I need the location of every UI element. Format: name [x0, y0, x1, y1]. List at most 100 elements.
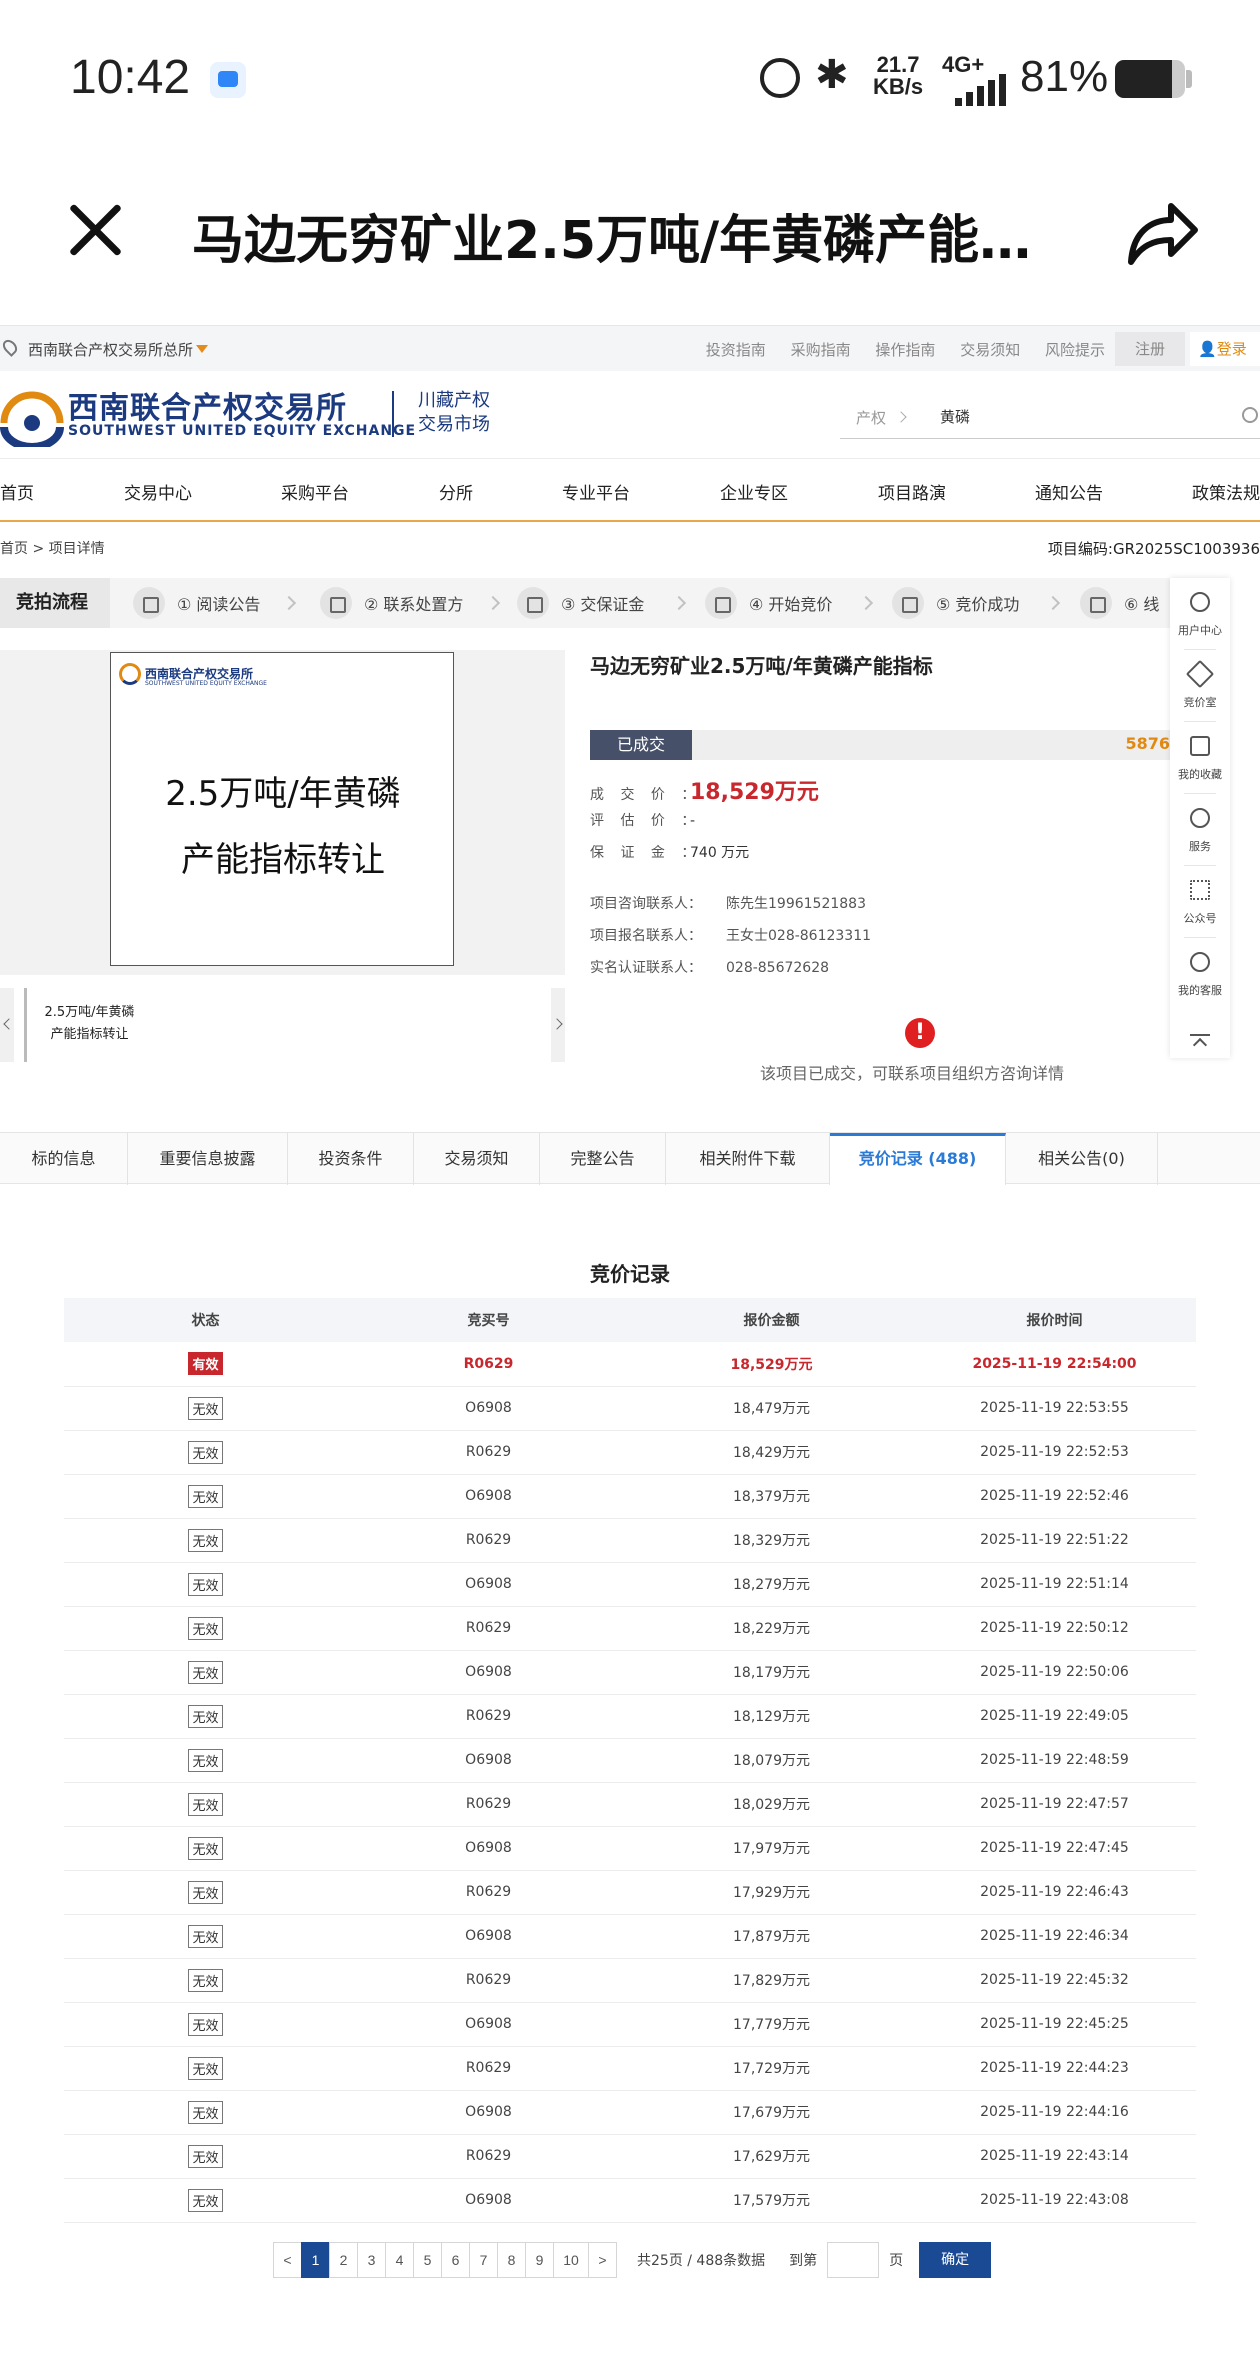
customer-service-button[interactable]: 我的客服	[1170, 938, 1230, 1006]
top-link-operation-guide[interactable]: 操作指南	[875, 341, 935, 359]
tab-trade-notice[interactable]: 交易须知	[414, 1133, 540, 1185]
page-button-7[interactable]: 7	[469, 2242, 498, 2278]
site-top-bar: 西南联合产权交易所总所 投资指南 采购指南 操作指南 交易须知 风险提示 注册 …	[0, 325, 1260, 371]
nav-branches[interactable]: 分所	[439, 479, 473, 504]
logo-name-en: SOUTHWEST UNITED EQUITY EXCHANGE	[68, 423, 417, 439]
bid-amount-cell: 17,729万元	[630, 2046, 913, 2091]
pagination: < 1 2 3 4 5 6 7 8 9 10 > 共25页 / 488条数据 到…	[273, 2242, 992, 2278]
share-icon[interactable]	[1125, 198, 1200, 268]
bid-time-cell: 2025-11-19 22:48:59	[913, 1738, 1196, 1783]
bid-status-cell: 无效	[64, 2090, 347, 2135]
nav-professional-platform[interactable]: 专业平台	[562, 479, 630, 504]
nav-purchase-platform[interactable]: 采购平台	[281, 479, 349, 504]
caret-down-icon[interactable]	[196, 345, 208, 353]
bid-time-cell: 2025-11-19 22:44:16	[913, 2090, 1196, 2135]
tab-disclosure[interactable]: 重要信息披露	[128, 1133, 288, 1185]
battery-percent: 81%	[1020, 52, 1109, 101]
close-icon[interactable]	[68, 202, 124, 258]
page-button-5[interactable]: 5	[413, 2242, 442, 2278]
user-center-button[interactable]: 用户中心	[1170, 578, 1230, 646]
official-account-button[interactable]: 公众号	[1170, 866, 1230, 934]
page-next-button[interactable]: >	[588, 2242, 617, 2278]
consult-contact: 陈先生19961521883	[726, 896, 866, 912]
nav-announcements[interactable]: 通知公告	[1035, 479, 1103, 504]
table-row: 无效 O6908 18,279万元 2025-11-19 22:51:14	[64, 1562, 1196, 1607]
bidder-id-cell: R0629	[347, 1342, 630, 1387]
document-icon	[133, 587, 165, 619]
verify-contact-row: 实名认证联系人： 028-85672628	[590, 957, 829, 977]
top-link-invest-guide[interactable]: 投资指南	[706, 341, 766, 359]
search-category[interactable]: 产权	[856, 407, 886, 428]
page-button-3[interactable]: 3	[357, 2242, 386, 2278]
bid-time-cell: 2025-11-19 22:43:14	[913, 2134, 1196, 2179]
bid-status-badge: 无效	[188, 1572, 223, 1596]
step-label: ① 阅读公告	[177, 595, 261, 614]
phone-icon	[320, 587, 352, 619]
nav-home[interactable]: 首页	[0, 479, 34, 504]
chevron-right-icon	[1045, 595, 1061, 611]
nav-enterprise-zone[interactable]: 企业专区	[720, 479, 788, 504]
top-link-trade-notice[interactable]: 交易须知	[960, 341, 1020, 359]
network-speed-value: 21.7	[876, 52, 920, 77]
table-row: 无效 O6908 17,979万元 2025-11-19 22:47:45	[64, 1826, 1196, 1871]
bid-amount-cell: 17,829万元	[630, 1958, 913, 2003]
page-button-6[interactable]: 6	[441, 2242, 470, 2278]
toolbar-label: 用户中心	[1178, 624, 1222, 637]
table-row: 无效 R0629 18,329万元 2025-11-19 22:51:22	[64, 1518, 1196, 1563]
breadcrumb-path[interactable]: 首页 > 项目详情	[0, 538, 105, 558]
tab-attachments[interactable]: 相关附件下载	[666, 1133, 830, 1185]
user-icon: 👤	[1198, 340, 1217, 358]
signal-icon	[955, 66, 1015, 106]
back-to-top-icon[interactable]	[1190, 1034, 1210, 1052]
bidder-id-cell: O6908	[347, 2002, 630, 2047]
nav-project-roadshow[interactable]: 项目路演	[878, 479, 946, 504]
tab-related-announcements[interactable]: 相关公告(0)	[1006, 1133, 1158, 1185]
bid-amount-cell: 17,929万元	[630, 1870, 913, 1915]
page-button-2[interactable]: 2	[329, 2242, 358, 2278]
project-image[interactable]: 西南联合产权交易所 SOUTHWEST UNITED EQUITY EXCHAN…	[110, 652, 454, 966]
page-button-4[interactable]: 4	[385, 2242, 414, 2278]
bid-amount-cell: 18,029万元	[630, 1782, 913, 1827]
goto-label: 到第	[789, 2253, 818, 2269]
bid-records-table: 状态 竞买号 报价金额 报价时间 有效 R0629 18,529万元 2025-11-…	[64, 1298, 1196, 2223]
search-input[interactable]	[940, 401, 1220, 431]
page-button-8[interactable]: 8	[497, 2242, 526, 2278]
gavel-icon	[1185, 659, 1215, 689]
org-selector[interactable]: 西南联合产权交易所总所	[28, 339, 193, 360]
page-button-10[interactable]: 10	[553, 2242, 589, 2278]
bidding-room-button[interactable]: 竞价室	[1170, 650, 1230, 718]
consult-contact-row: 项目咨询联系人： 陈先生19961521883	[590, 893, 866, 913]
exchange-logo-icon[interactable]	[0, 383, 64, 447]
page-prev-button[interactable]: <	[273, 2242, 302, 2278]
thumbnail[interactable]: 2.5万吨/年黄磷 产能指标转让	[24, 988, 152, 1062]
favorites-button[interactable]: 我的收藏	[1170, 722, 1230, 790]
service-button[interactable]: 服务	[1170, 794, 1230, 862]
top-link-risk-notice[interactable]: 风险提示	[1045, 341, 1105, 359]
chevron-down-icon[interactable]	[895, 411, 907, 423]
phone-icon	[1190, 952, 1210, 972]
register-button[interactable]: 注册	[1115, 332, 1185, 366]
thumb-prev-button[interactable]	[0, 988, 14, 1062]
bid-status-cell: 无效	[64, 2046, 347, 2091]
nav-trading-center[interactable]: 交易中心	[124, 479, 192, 504]
column-header-time: 报价时间	[913, 1298, 1196, 1342]
breadcrumb: 首页 > 项目详情 项目编码:GR2025SC1003936	[0, 522, 1260, 572]
goto-confirm-button[interactable]: 确定	[919, 2242, 992, 2278]
search-icon[interactable]	[1242, 407, 1258, 423]
eval-price: -	[690, 813, 696, 829]
bid-status-cell: 无效	[64, 1738, 347, 1783]
bid-status-badge: 无效	[188, 1836, 223, 1860]
login-button[interactable]: 👤登录	[1190, 332, 1260, 366]
goto-page-input[interactable]	[827, 2242, 880, 2278]
tab-invest-conditions[interactable]: 投资条件	[288, 1133, 414, 1185]
top-link-purchase-guide[interactable]: 采购指南	[791, 341, 851, 359]
tab-bid-records[interactable]: 竞价记录 (488)	[830, 1133, 1006, 1185]
tab-full-announcement[interactable]: 完整公告	[540, 1133, 666, 1185]
alert-icon: !	[905, 1018, 935, 1048]
deal-price-row: 成 交 价 ：18,529万元	[590, 774, 819, 806]
page-button-9[interactable]: 9	[525, 2242, 554, 2278]
nav-policies[interactable]: 政策法规	[1192, 479, 1260, 504]
tab-subject-info[interactable]: 标的信息	[0, 1133, 128, 1185]
thumb-next-button[interactable]	[551, 988, 565, 1062]
page-button-1[interactable]: 1	[301, 2242, 330, 2278]
